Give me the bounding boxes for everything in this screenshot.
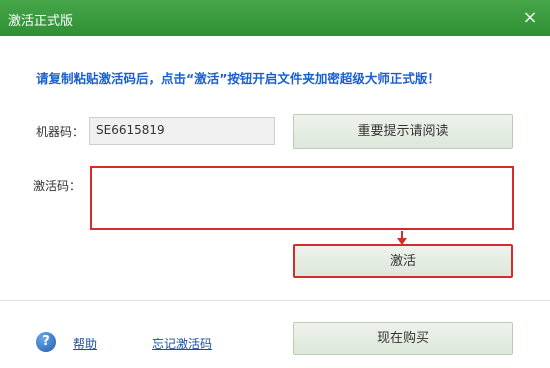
activation-code-input[interactable] [90, 166, 514, 230]
instruction-text: 请复制粘贴激活码后，点击“激活”按钮开启文件夹加密超级大师正式版！ [36, 71, 440, 86]
title-bar: 激活正式版 × [0, 0, 550, 36]
close-icon[interactable]: × [520, 8, 540, 28]
help-icon[interactable]: ? [36, 332, 56, 352]
forgot-code-link[interactable]: 忘记激活码 [152, 335, 212, 352]
buy-now-button[interactable]: 现在购买 [293, 322, 513, 355]
help-link[interactable]: 帮助 [73, 335, 97, 352]
footer-divider [0, 300, 550, 301]
activate-button[interactable]: 激活 [293, 244, 513, 278]
activation-code-label: 激活码： [33, 179, 82, 193]
window-title: 激活正式版 [8, 14, 74, 29]
machine-code-field: SE6615819 [89, 117, 275, 145]
machine-code-label: 机器码： [36, 125, 85, 139]
important-notice-button[interactable]: 重要提示请阅读 [293, 114, 513, 149]
